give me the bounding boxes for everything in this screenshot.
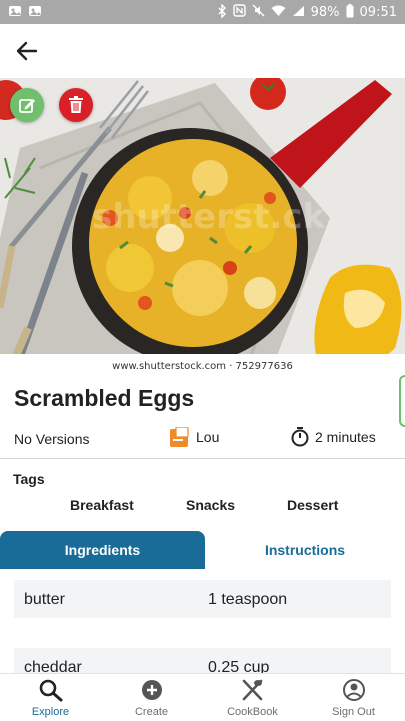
gallery-icon <box>8 5 22 19</box>
tab-instructions[interactable]: Instructions <box>205 531 405 569</box>
nav-label: Create <box>134 706 169 718</box>
nav-label: Explore <box>31 706 70 718</box>
trash-icon <box>69 96 83 113</box>
duration: 2 minutes <box>291 427 376 447</box>
author-name: Lou <box>196 429 220 445</box>
wifi-icon <box>271 5 286 20</box>
ingredient-quantity: 0.25 cup <box>208 659 270 673</box>
tab-ingredients[interactable]: Ingredients <box>0 531 205 569</box>
account-icon <box>343 679 365 701</box>
timer-icon <box>291 427 309 447</box>
bluetooth-icon <box>217 2 227 21</box>
side-drawer-handle[interactable] <box>399 375 405 427</box>
plus-circle-icon <box>142 680 162 700</box>
signal-icon <box>292 5 305 20</box>
divider <box>0 458 405 459</box>
ingredient-quantity: 1 teaspoon <box>208 591 288 608</box>
author[interactable]: Lou <box>170 427 219 447</box>
svg-text:shutterst.ck: shutterst.ck <box>92 197 327 237</box>
tag-snacks[interactable]: Snacks <box>186 497 235 513</box>
nav-sign-out[interactable]: Sign Out <box>303 674 404 721</box>
bottom-navigation: Explore Create CookBook Sign Out <box>0 673 405 720</box>
recipe-photo: shutterst.ck www.shutterstock.com · 7529… <box>0 78 405 374</box>
list-item: butter 1 teaspoon <box>14 580 391 618</box>
battery-percent: 98% <box>310 4 340 20</box>
ingredients-list: butter 1 teaspoon cheddar 0.25 cup <box>0 569 405 673</box>
edit-recipe-button[interactable] <box>10 88 44 122</box>
nav-label: CookBook <box>227 706 278 718</box>
versions-label[interactable]: No Versions <box>14 431 89 447</box>
clock: 09:51 <box>359 4 397 20</box>
mute-icon <box>252 4 265 20</box>
app-bar <box>0 24 405 78</box>
battery-icon <box>346 3 354 21</box>
nfc-icon <box>232 4 246 20</box>
photo-watermark: www.shutterstock.com · 752977636 <box>112 361 293 372</box>
chef-icon <box>170 427 189 447</box>
ingredient-name: cheddar <box>24 659 82 673</box>
status-bar: 98% 09:51 <box>0 0 405 24</box>
utensils-icon <box>242 679 263 701</box>
tag-dessert[interactable]: Dessert <box>287 497 338 513</box>
nav-explore[interactable]: Explore <box>0 674 101 721</box>
nav-cookbook[interactable]: CookBook <box>202 674 303 721</box>
arrow-left-icon <box>16 41 38 61</box>
nav-create[interactable]: Create <box>101 674 202 721</box>
delete-recipe-button[interactable] <box>59 88 93 122</box>
pencil-icon <box>19 99 35 113</box>
scrambled-eggs-photo: shutterst.ck <box>0 78 405 374</box>
tags-heading: Tags <box>13 471 45 487</box>
recipe-meta: No Versions Lou 2 minutes <box>0 427 405 451</box>
nav-label: Sign Out <box>332 706 375 718</box>
back-button[interactable] <box>14 39 42 63</box>
list-item: cheddar 0.25 cup <box>14 648 391 673</box>
status-system: 98% 09:51 <box>217 2 397 21</box>
recipe-title: Scrambled Eggs <box>14 385 195 411</box>
duration-text: 2 minutes <box>315 429 376 445</box>
tag-breakfast[interactable]: Breakfast <box>70 497 134 513</box>
search-icon <box>39 679 63 702</box>
ingredient-name: butter <box>24 591 65 608</box>
status-notifications <box>8 5 42 19</box>
gallery-icon <box>28 5 42 19</box>
